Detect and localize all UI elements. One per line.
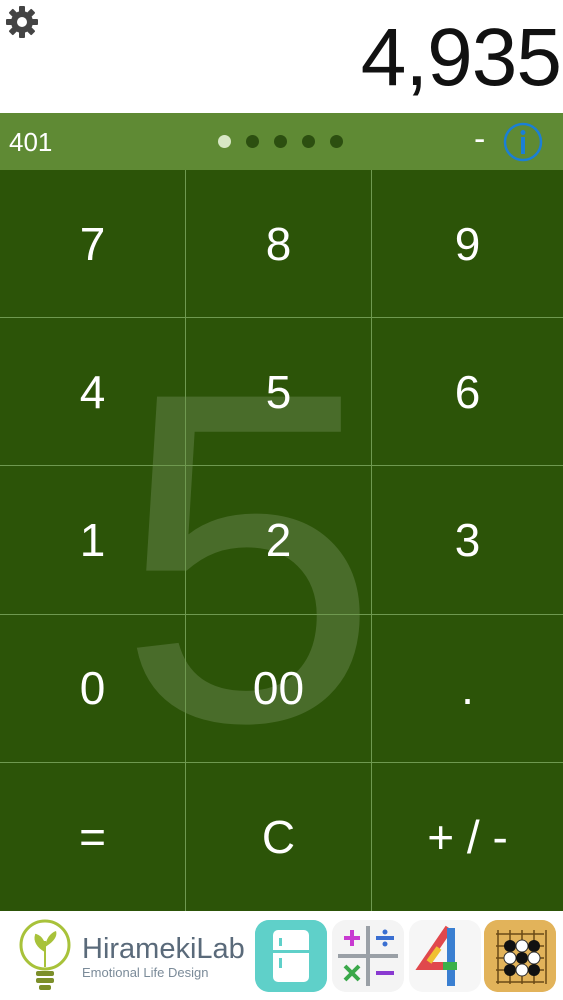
- fridge-app-icon[interactable]: [255, 920, 327, 992]
- brand-title: HiramekiLab: [82, 933, 245, 965]
- gear-icon[interactable]: [4, 4, 40, 40]
- brand-tagline: Emotional Life Design: [82, 965, 209, 980]
- key-clear[interactable]: C: [186, 762, 372, 911]
- page-indicator[interactable]: [218, 135, 343, 148]
- key-2[interactable]: 2: [186, 466, 372, 615]
- key-0[interactable]: 0: [0, 614, 186, 763]
- math-operators-app-icon[interactable]: [332, 920, 404, 992]
- operator-indicator: -: [474, 120, 486, 158]
- go-game-app-icon[interactable]: [484, 920, 556, 992]
- key-4[interactable]: 4: [0, 318, 186, 467]
- keypad: 5 7 8 9 4 5 6 1 2 3 0 00 . = C + / -: [0, 170, 563, 911]
- page-dot-4[interactable]: [302, 135, 315, 148]
- page-dot-2[interactable]: [246, 135, 259, 148]
- number-four-app-icon[interactable]: [409, 920, 481, 992]
- brand: HiramekiLab Emotional Life Design: [82, 933, 245, 981]
- memory-value: 401: [9, 127, 53, 157]
- key-00[interactable]: 00: [186, 614, 372, 763]
- info-icon[interactable]: [503, 122, 543, 162]
- key-equals[interactable]: =: [0, 762, 186, 911]
- key-5[interactable]: 5: [186, 318, 372, 467]
- key-8[interactable]: 8: [186, 170, 372, 319]
- key-7[interactable]: 7: [0, 170, 186, 319]
- page-dot-5[interactable]: [330, 135, 343, 148]
- key-3[interactable]: 3: [372, 466, 563, 615]
- status-bar: 401 -: [0, 113, 563, 170]
- key-decimal[interactable]: .: [372, 615, 563, 763]
- ad-banner[interactable]: HiramekiLab Emotional Life Design: [0, 911, 563, 1000]
- page-dot-1[interactable]: [218, 135, 231, 148]
- page-dot-3[interactable]: [274, 135, 287, 148]
- key-plus-minus[interactable]: + / -: [372, 763, 563, 911]
- lightbulb-logo-icon: [19, 919, 71, 990]
- key-6[interactable]: 6: [372, 318, 563, 467]
- key-1[interactable]: 1: [0, 466, 186, 615]
- display-area: 4,935: [0, 0, 563, 113]
- main-display-value: 4,935: [360, 12, 562, 103]
- key-9[interactable]: 9: [372, 170, 563, 319]
